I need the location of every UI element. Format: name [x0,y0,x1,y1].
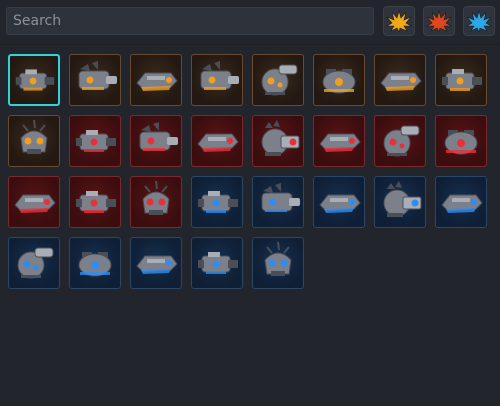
item-tile[interactable] [69,54,121,106]
gun-turret-icon [15,69,55,91]
crab-mech-icon [78,252,112,277]
item-tile[interactable] [435,176,487,228]
hover-ship-icon [136,72,178,91]
hover-ship-icon [319,194,361,213]
hover-ship-icon [441,194,483,213]
hover-ship-icon [380,72,422,91]
hover-ship-icon [319,133,361,152]
item-tile[interactable] [435,54,487,106]
item-tile[interactable] [374,54,426,106]
item-tile[interactable] [69,237,121,289]
item-tile[interactable] [252,115,304,167]
spiked-cannon-icon [139,122,178,151]
gun-turret-icon [198,252,238,274]
item-tile[interactable] [69,176,121,228]
skull-drone-icon [142,180,170,215]
item-tile[interactable] [191,237,243,289]
item-tile[interactable] [130,237,182,289]
item-tile[interactable] [8,237,60,289]
item-tile[interactable] [130,54,182,106]
item-tile[interactable] [252,176,304,228]
item-tile[interactable] [191,176,243,228]
hover-ship-icon [197,133,239,152]
item-grid [0,0,500,406]
item-tile[interactable] [374,176,426,228]
item-tile[interactable] [69,115,121,167]
mech-head-icon [17,247,54,279]
item-tile[interactable] [130,115,182,167]
gun-turret-icon [198,191,238,213]
item-tile[interactable] [191,115,243,167]
gun-turret-icon [76,130,116,152]
item-tile[interactable] [191,54,243,106]
item-tile[interactable] [435,115,487,167]
gun-turret-icon [76,191,116,213]
hover-ship-icon [14,194,56,213]
spiked-cannon-icon [261,183,300,212]
big-cannon-icon [261,120,300,156]
mech-head-icon [383,125,420,157]
item-tile[interactable] [374,115,426,167]
crab-mech-icon [322,69,356,94]
item-tile[interactable] [8,54,60,106]
gun-turret-icon [442,69,482,91]
item-tile[interactable] [8,176,60,228]
item-tile[interactable] [252,237,304,289]
skull-drone-icon [264,241,292,276]
skull-drone-icon [20,119,48,154]
item-tile[interactable] [313,54,365,106]
mech-head-icon [261,64,298,96]
spiked-cannon-icon [78,61,117,90]
item-tile[interactable] [252,54,304,106]
spiked-cannon-icon [200,61,239,90]
item-tile[interactable] [313,176,365,228]
hover-ship-icon [136,255,178,274]
crab-mech-icon [444,130,478,155]
big-cannon-icon [383,181,422,217]
item-tile[interactable] [313,115,365,167]
item-tile[interactable] [130,176,182,228]
item-tile[interactable] [8,115,60,167]
